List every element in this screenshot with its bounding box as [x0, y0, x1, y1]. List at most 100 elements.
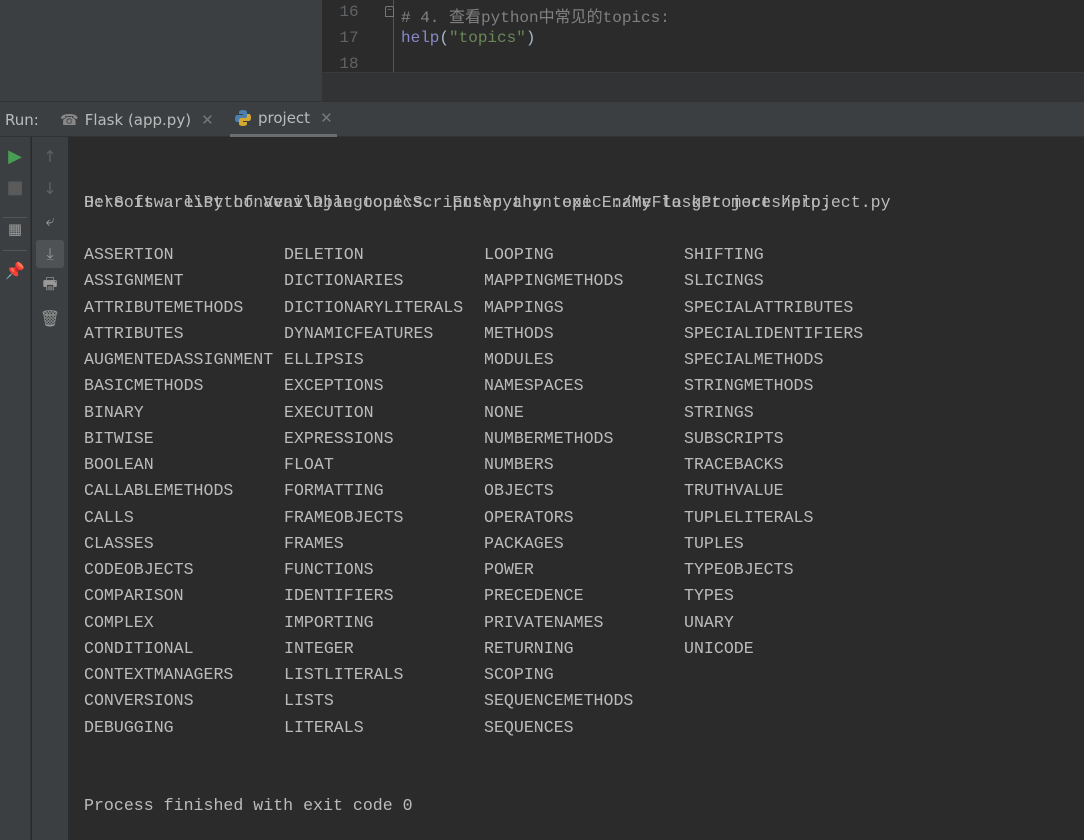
code-function: help: [401, 29, 440, 47]
topic-item: IDENTIFIERS: [284, 586, 394, 606]
pin-icon[interactable]: 📌: [3, 258, 27, 282]
topic-item: INTEGER: [284, 638, 354, 658]
topic-item: POWER: [484, 560, 534, 579]
topic-item: DYNAMICFEATURES: [284, 323, 434, 343]
topic-item: EXECUTION: [284, 402, 374, 422]
topic-item: FORMATTING: [284, 481, 384, 501]
console-toolbar: ↑ ↓ ⤶ ⤓ 🖶 🗑: [32, 137, 68, 840]
topic-item: SEQUENCEMETHODS: [484, 691, 634, 711]
line-number: 16: [339, 3, 359, 21]
topic-item: UNICODE: [684, 638, 754, 658]
topic-item: OBJECTS: [484, 481, 554, 501]
close-icon[interactable]: ✕: [320, 109, 333, 127]
topic-item: ASSIGNMENT: [84, 271, 184, 291]
topic-item: CLASSES: [84, 533, 154, 553]
code-paren: (: [439, 29, 450, 47]
tab-flask[interactable]: ☎ Flask (app.py) ✕: [60, 102, 214, 137]
topic-item: SLICINGS: [684, 271, 764, 291]
topic-item: UNARY: [684, 612, 734, 632]
topic-item: CODEOBJECTS: [84, 560, 194, 579]
topic-item: RETURNING: [484, 638, 574, 658]
topic-item: NUMBERS: [484, 455, 554, 474]
topic-item: IMPORTING: [284, 612, 374, 632]
topic-item: ATTRIBUTES: [84, 323, 184, 343]
topic-item: NONE: [484, 402, 524, 422]
topic-item: DEBUGGING: [84, 717, 174, 737]
topic-item: COMPLEX: [84, 612, 154, 632]
topic-item: PACKAGES: [484, 533, 564, 553]
topic-item: TRACEBACKS: [684, 455, 784, 474]
topic-item: CONTEXTMANAGERS: [84, 665, 234, 684]
run-tool-window-header: Run: ☎ Flask (app.py) ✕ project ✕: [0, 101, 1084, 137]
scroll-down-icon[interactable]: ↓: [38, 176, 62, 200]
topic-item: SHIFTING: [684, 245, 764, 264]
run-toolbar: ▶ ■ ▦ 📌: [0, 137, 31, 840]
topic-column: SHIFTING SLICINGS SPECIALATTRIBUTES SPECIAL…: [684, 242, 884, 662]
topic-item: LISTLITERALS: [284, 665, 404, 684]
topic-item: CALLABLEMETHODS: [84, 481, 234, 501]
tab-label: Flask (app.py): [84, 110, 192, 129]
code-comment: # 4. 查看python中常见的topics:: [401, 9, 670, 27]
topic-column: ASSERTION ASSIGNMENT ATTRIBUTEMETHODS ATTRI…: [84, 242, 284, 741]
topic-item: PRECEDENCE: [484, 586, 584, 606]
topic-item: LOOPING: [484, 245, 554, 264]
topic-item: COMPARISON: [84, 586, 184, 606]
topic-item: SPECIALATTRIBUTES: [684, 297, 854, 317]
topic-item: CALLS: [84, 507, 134, 527]
topic-item: SPECIALMETHODS: [684, 350, 824, 369]
topic-item: AUGMENTEDASSIGNMENT: [84, 350, 274, 369]
topic-item: MODULES: [484, 350, 554, 369]
topic-item: CONDITIONAL: [84, 638, 194, 658]
topic-item: BOOLEAN: [84, 455, 154, 474]
topic-item: STRINGMETHODS: [684, 376, 814, 396]
run-icon[interactable]: ▶: [3, 144, 27, 168]
scroll-to-end-icon[interactable]: ⤓: [36, 240, 64, 268]
topic-item: FRAMEOBJECTS: [284, 507, 404, 527]
divider: [3, 250, 27, 251]
soft-wrap-icon[interactable]: ⤶: [38, 209, 62, 233]
tab-project[interactable]: project ✕: [230, 102, 337, 137]
topic-item: EXCEPTIONS: [284, 376, 384, 396]
console-output[interactable]: D:\Software\PythonVenv\Djangoone\Scripts…: [84, 137, 1084, 840]
scroll-up-icon[interactable]: ↑: [38, 144, 62, 168]
code-paren: ): [525, 29, 536, 47]
code-string: "topics": [449, 29, 526, 47]
stop-icon[interactable]: ■: [3, 175, 27, 199]
topic-item: MAPPINGMETHODS: [484, 271, 624, 291]
topic-item: SPECIALIDENTIFIERS: [684, 323, 864, 343]
topic-item: FUNCTIONS: [284, 560, 374, 579]
topic-item: TUPLELITERALS: [684, 507, 814, 527]
topic-item: NAMESPACES: [484, 376, 584, 396]
topic-item: LITERALS: [284, 717, 364, 737]
topic-item: BITWISE: [84, 428, 154, 448]
topic-item: DELETION: [284, 245, 364, 264]
print-icon[interactable]: 🖶: [38, 274, 62, 298]
topic-column: DELETION DICTIONARIES DICTIONARYLITERALS DY…: [284, 242, 484, 741]
code-editor[interactable]: − 16 # 4. 查看python中常见的topics: 17 help("t…: [322, 0, 1084, 73]
topic-item: ASSERTION: [84, 245, 174, 264]
fold-icon[interactable]: −: [385, 6, 394, 17]
editor-bottom-bar: [322, 72, 1084, 101]
topic-item: CONVERSIONS: [84, 691, 194, 711]
topic-item: DICTIONARIES: [284, 271, 404, 291]
line-number: 17: [339, 29, 359, 47]
trash-icon[interactable]: 🗑: [38, 306, 62, 330]
topic-item: TYPEOBJECTS: [684, 560, 794, 579]
topic-item: DICTIONARYLITERALS: [284, 297, 464, 317]
topic-item: OPERATORS: [484, 507, 574, 527]
topic-item: ATTRIBUTEMETHODS: [84, 297, 244, 317]
topic-item: STRINGS: [684, 402, 754, 422]
layout-icon[interactable]: ▦: [3, 217, 27, 241]
topic-item: TYPES: [684, 586, 734, 606]
exit-message: Process finished with exit code 0: [84, 796, 413, 815]
topic-item: BINARY: [84, 402, 144, 422]
topic-item: METHODS: [484, 323, 554, 343]
topic-item: MAPPINGS: [484, 297, 564, 317]
topic-column: LOOPING MAPPINGMETHODS MAPPINGS METHODS MODU…: [484, 242, 684, 741]
close-icon[interactable]: ✕: [201, 111, 214, 129]
topic-item: ELLIPSIS: [284, 350, 364, 369]
topic-item: NUMBERMETHODS: [484, 428, 614, 448]
topic-item: BASICMETHODS: [84, 376, 204, 396]
run-label: Run:: [5, 111, 39, 129]
line-number: 18: [339, 55, 359, 73]
